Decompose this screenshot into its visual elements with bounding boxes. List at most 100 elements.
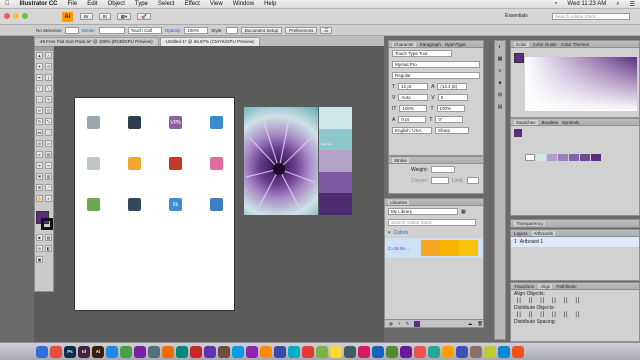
touch-type-tool-button[interactable]: Touch Type Tool [392,50,452,57]
fill-swatch[interactable] [64,26,79,34]
bridge-button[interactable]: Br [80,13,93,20]
library-color-swatch[interactable] [459,240,478,256]
tab-paragraph[interactable]: Paragraph [420,42,441,47]
dock-app-icon[interactable] [330,345,342,358]
brush-icon[interactable]: ✎ [406,321,410,327]
bag-icon[interactable] [87,198,100,211]
style-picker[interactable] [225,26,238,34]
cc-icon[interactable]: ◍ [389,321,393,327]
stroke-weight-field[interactable] [98,26,125,34]
panel-icons[interactable]: ◐ ▦ ≡ ◈ ⊞ ▤ [495,41,505,113]
menubar-clock[interactable]: Wed 11:23 AM [562,1,611,7]
dock-app-icon[interactable]: Ai [92,345,104,358]
dock-app-icon[interactable] [218,345,230,358]
leading-field[interactable]: (14.4 pt) [437,83,468,90]
tab-transform[interactable]: Transform [514,284,534,289]
eraser-tool-icon[interactable]: ◫ [45,107,52,114]
swatch-item[interactable] [558,154,568,161]
tab-color[interactable]: Color [514,41,529,47]
anti-aliasing-select[interactable]: Sharp [435,127,469,134]
notification-center-icon[interactable]: ☰ [625,1,640,8]
dock-app-icon[interactable] [120,345,132,358]
menu-effect[interactable]: Effect [180,1,205,7]
dock-app-icon[interactable] [36,345,48,358]
sd-card-icon[interactable] [169,157,182,170]
dock-app-icon[interactable] [428,345,440,358]
stroke-weight-input[interactable] [430,166,455,173]
dock-app-icon[interactable] [288,345,300,358]
dock-app-icon[interactable] [372,345,384,358]
type-tool-icon[interactable]: T [36,85,43,92]
palette-swatch[interactable] [319,107,352,129]
stroke-color-swatch[interactable] [41,218,53,230]
trash-icon[interactable]: 🗑 [477,321,483,327]
tracking-field[interactable]: 0 [437,94,468,101]
baseline-shift-field[interactable]: 0 pt [398,116,427,123]
color-mode-icon[interactable]: ■ [36,234,43,241]
language-select[interactable]: English: USA [392,127,432,134]
stroke-label[interactable]: Stroke: [82,28,96,33]
pencil-tool-icon[interactable]: ✏ [36,107,43,114]
color-spectrum[interactable] [525,57,637,111]
opacity-field[interactable]: 100% [184,26,209,34]
dock-app-icon[interactable] [148,345,160,358]
menu-window[interactable]: Window [228,1,259,7]
vertical-scale-field[interactable]: 100% [399,105,428,112]
artboard-tool-icon[interactable]: ⊞ [36,184,43,191]
spotlight-icon[interactable]: ⌕ [611,1,624,8]
free-transform-tool-icon[interactable]: ⬚ [45,129,52,136]
charger-icon[interactable] [87,157,100,170]
gpu-performance-button[interactable]: 🚀 [137,13,151,20]
screen-mode-icon[interactable]: ▣ [36,256,43,263]
cloud-icon[interactable]: ☁ [468,321,473,327]
tab-align[interactable]: Align [538,283,553,289]
menu-file[interactable]: File [63,1,83,7]
gradient-tool-icon[interactable]: ▤ [45,151,52,158]
hand-tool-icon[interactable]: ✋ [36,195,43,202]
menu-select[interactable]: Select [153,1,180,7]
shape-builder-tool-icon[interactable]: ◎ [36,140,43,147]
zoom-tool-icon[interactable]: ⌕ [45,195,52,202]
lasso-tool-icon[interactable]: ʘ [45,63,52,70]
swatch-item[interactable] [591,154,601,161]
dock-app-icon[interactable] [484,345,496,358]
dock-app-icon[interactable] [442,345,454,358]
artboard[interactable]: VPN 5k [74,97,235,311]
dock-app-icon[interactable]: Id [78,345,90,358]
tab-swatches[interactable]: Swatches [514,119,538,125]
swatch-item[interactable] [569,154,579,161]
dock-app-icon[interactable] [512,345,524,358]
rectangle-tool-icon[interactable]: □ [36,96,43,103]
tab-stroke[interactable]: Stroke [392,157,410,163]
dock-app-icon[interactable] [204,345,216,358]
swatch-item[interactable] [580,154,590,161]
dock-app-icon[interactable] [358,345,370,358]
menu-object[interactable]: Object [103,1,130,7]
dock-app-icon[interactable] [260,345,272,358]
magic-wand-tool-icon[interactable]: ✦ [36,63,43,70]
palette-swatch[interactable] [319,193,352,215]
swatch-item[interactable] [536,154,546,161]
tab-artboards[interactable]: Artboards [531,230,556,236]
tab-pathfinder[interactable]: Pathfinder [556,284,577,289]
library-color-swatch[interactable] [440,240,459,256]
palette-swatch[interactable] [319,171,352,194]
colors-section-toggle[interactable]: ▾ [388,230,391,236]
zoom-window-button[interactable] [22,13,28,19]
tab-opentype[interactable]: OpenType [445,42,466,47]
dock-app-icon[interactable] [344,345,356,358]
menu-help[interactable]: Help [259,1,281,7]
character-rotation-field[interactable]: 0° [435,116,464,123]
draw-mode-icon[interactable]: ◧ [45,245,52,252]
perspective-grid-tool-icon[interactable]: ▱ [45,140,52,147]
tab-untitled-1[interactable]: Untitled-1* @ 66.67% (CMYK/GPU Preview) [159,37,261,46]
gradient-mode-icon[interactable]: ▨ [45,234,52,241]
dock-app-icon[interactable] [274,345,286,358]
preferences-button[interactable]: Preferences [285,26,318,34]
dock-app-icon[interactable] [162,345,174,358]
color-panel-fill-swatch[interactable] [514,53,524,63]
wifi-icon[interactable]: ◔ [549,1,563,7]
tab-color-themes[interactable]: Color Themes [561,42,589,47]
width-tool-icon[interactable]: ⋈ [36,129,43,136]
mesh-tool-icon[interactable]: # [36,151,43,158]
